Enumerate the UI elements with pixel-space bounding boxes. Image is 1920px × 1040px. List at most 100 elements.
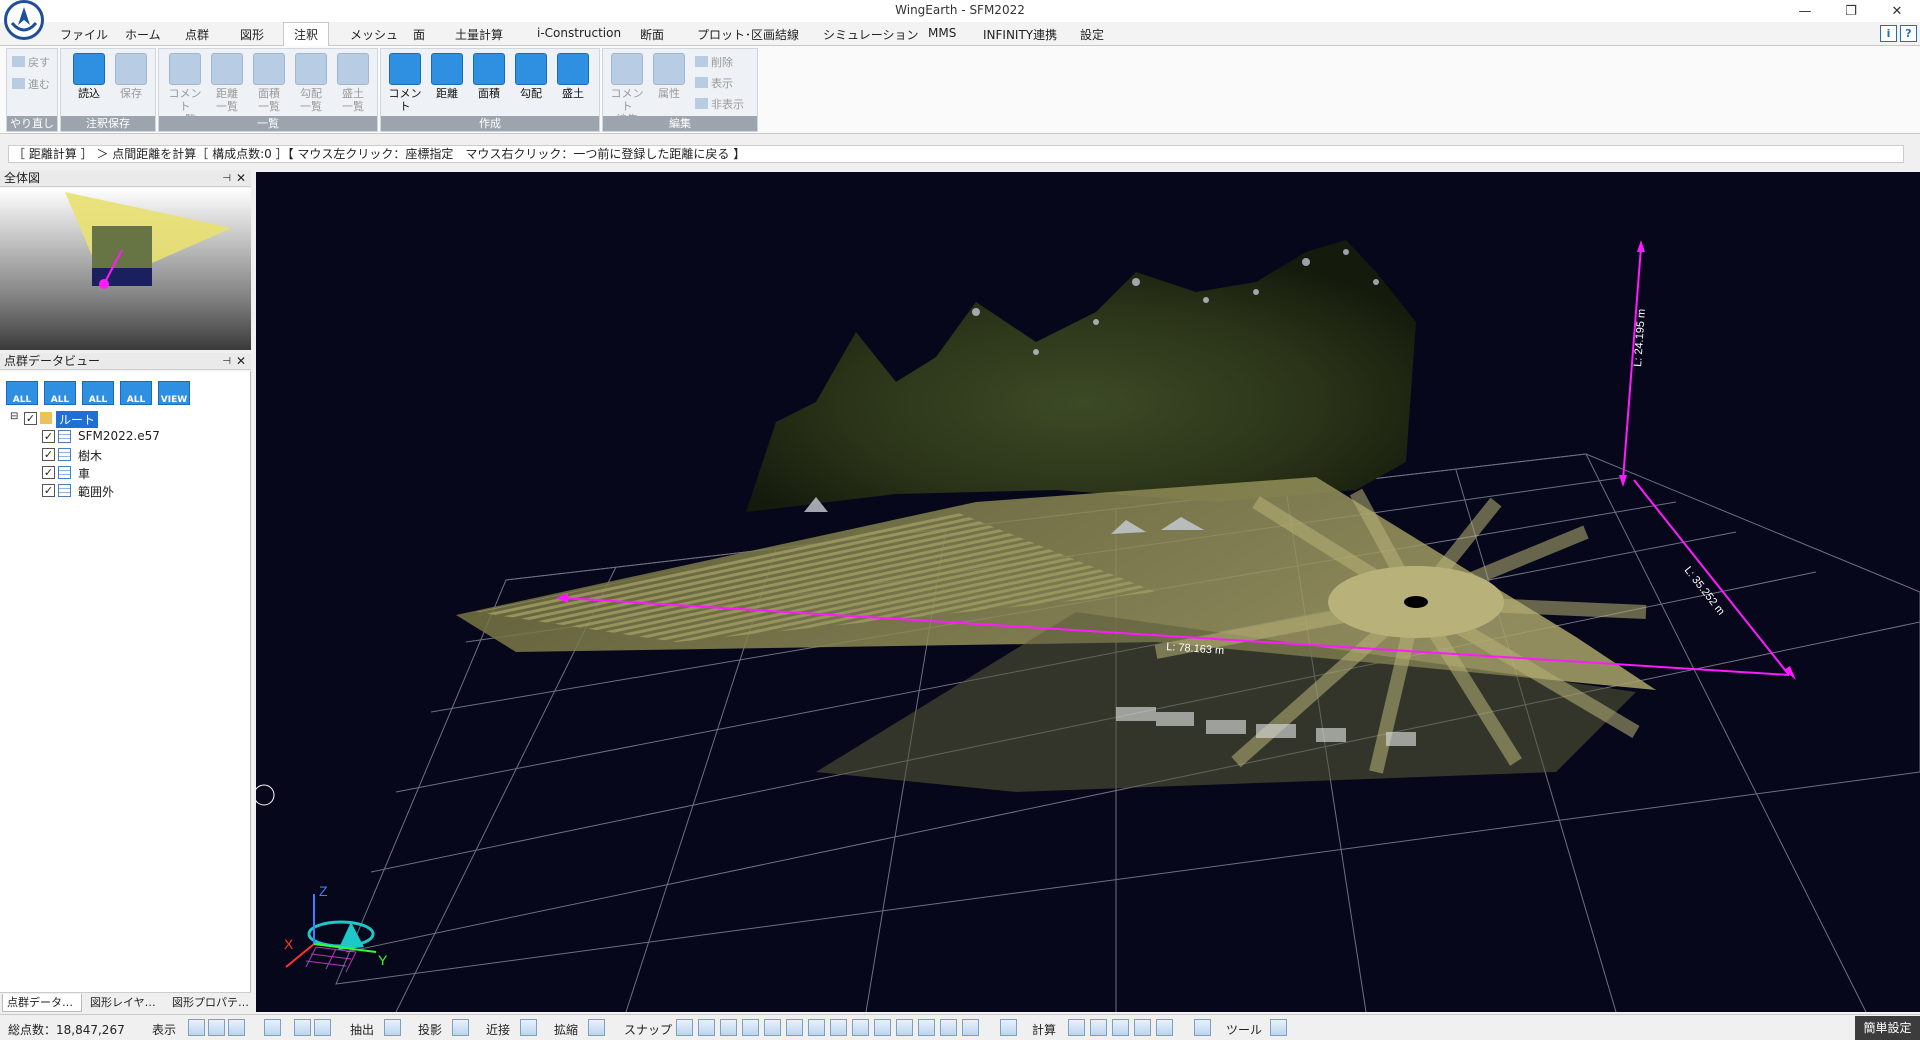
snap-tool-icon[interactable] [896, 1019, 913, 1036]
tree-row-sfm2022[interactable]: ✓ SFM2022.e57 [42, 429, 192, 446]
move-all-button[interactable]: ALL [44, 381, 76, 405]
snap-tool-icon[interactable] [874, 1019, 891, 1036]
close-button[interactable]: ✕ [1874, 0, 1920, 22]
snap-tool-icon[interactable] [830, 1019, 847, 1036]
create-comment-button[interactable]: コメント [385, 53, 425, 115]
menu-annotation[interactable]: 注釈 [294, 26, 318, 43]
menu-i-construction[interactable]: i-Construction [537, 26, 621, 40]
measure-line-35 [1633, 479, 1790, 676]
menu-surface[interactable]: 面 [413, 26, 425, 43]
minimize-button[interactable]: — [1782, 0, 1828, 22]
delete-button[interactable]: 削除 [695, 54, 733, 70]
snap-tool-icon[interactable] [1000, 1019, 1017, 1036]
distance-list-button[interactable]: 距離 一覧 [207, 53, 247, 115]
sfm2022-checkbox[interactable]: ✓ [42, 430, 55, 443]
calc-tool-icon[interactable] [1090, 1019, 1107, 1036]
tree-row-trees[interactable]: ✓ 樹木 [42, 447, 192, 464]
tab-figure-layer[interactable]: 図形レイヤ… [86, 994, 166, 1012]
menu-pointcloud[interactable]: 点群 [185, 26, 209, 43]
menu-file[interactable]: ファイル [60, 26, 108, 43]
3d-viewport[interactable]: L: 24.195 m L: 35.252 m L: 78.163 m X Y … [256, 172, 1920, 1012]
close-panel-icon[interactable]: ✕ [236, 170, 246, 186]
snap-tool-icon[interactable] [962, 1019, 979, 1036]
tree-row-outside[interactable]: ✓ 範囲外 [42, 483, 192, 500]
restore-button[interactable]: ❐ [1828, 0, 1874, 22]
menu-simulation[interactable]: シミュレーション [823, 26, 919, 43]
pin-icon[interactable]: ⊣ [222, 354, 231, 370]
overview-minimap[interactable] [0, 188, 251, 350]
hide-button[interactable]: 非表示 [695, 96, 744, 112]
calc-tool-icon[interactable] [1194, 1019, 1211, 1036]
snap-tool-icon[interactable] [940, 1019, 957, 1036]
attribute-button[interactable]: 属性 [649, 53, 689, 115]
slope-list-button[interactable]: 勾配 一覧 [291, 53, 331, 115]
cars-checkbox[interactable]: ✓ [42, 466, 55, 479]
menu-plot[interactable]: プロット･区画結線 [697, 26, 799, 43]
root-checkbox[interactable]: ✓ [24, 412, 37, 425]
check-all-button[interactable]: ALL [82, 381, 114, 405]
undo-button[interactable]: 戻す [12, 54, 50, 70]
zoom-tool-icon[interactable] [588, 1019, 605, 1036]
display-tool-icon[interactable] [228, 1019, 245, 1036]
menu-infinity[interactable]: INFINITY連携 [983, 26, 1057, 43]
calc-tool-icon[interactable] [1112, 1019, 1129, 1036]
comment-list-button[interactable]: コメント一覧 [165, 53, 205, 126]
layer-grid-icon [58, 448, 71, 461]
easy-settings-button[interactable]: 簡単設定 [1855, 1016, 1920, 1040]
outside-checkbox[interactable]: ✓ [42, 484, 55, 497]
tab-pointcloud-data[interactable]: 点群データ… [2, 994, 82, 1012]
extract-tool-icon[interactable] [384, 1019, 401, 1036]
load-annotation-button[interactable]: 読込 [69, 53, 109, 115]
import-all-button[interactable]: ALL [6, 381, 38, 405]
calc-tool-icon[interactable] [1156, 1019, 1173, 1036]
pin-icon[interactable]: ⊣ [222, 171, 231, 187]
list-all-button[interactable]: ALL [120, 381, 152, 405]
help-icon[interactable]: ? [1900, 25, 1917, 42]
proximity-tool-icon[interactable] [520, 1019, 537, 1036]
display-tool-icon[interactable] [314, 1019, 331, 1036]
collapse-icon[interactable]: ⊟ [10, 411, 18, 422]
comment-edit-button[interactable]: コメント編集 [607, 53, 647, 126]
display-tool-icon[interactable] [294, 1019, 311, 1036]
trees-checkbox[interactable]: ✓ [42, 448, 55, 461]
display-tool-icon[interactable] [208, 1019, 225, 1036]
snap-tool-icon[interactable] [698, 1019, 715, 1036]
menu-home[interactable]: ホーム [125, 26, 161, 43]
calc-tool-icon[interactable] [1068, 1019, 1085, 1036]
create-fill-button[interactable]: 盛土 [553, 53, 593, 115]
menu-earthwork[interactable]: 土量計算 [455, 26, 503, 43]
area-list-button[interactable]: 面積 一覧 [249, 53, 289, 115]
save-annotation-button[interactable]: 保存 [111, 53, 151, 115]
app-logo-icon[interactable] [4, 0, 44, 40]
snap-tool-icon[interactable] [808, 1019, 825, 1036]
project-tool-icon[interactable] [452, 1019, 469, 1036]
menu-mesh[interactable]: メッシュ [350, 26, 398, 43]
create-slope-button[interactable]: 勾配 [511, 53, 551, 115]
snap-tool-icon[interactable] [720, 1019, 737, 1036]
display-tool-icon[interactable] [188, 1019, 205, 1036]
create-distance-button[interactable]: 距離 [427, 53, 467, 115]
calc-tool-icon[interactable] [1134, 1019, 1151, 1036]
tree-row-cars[interactable]: ✓ 車 [42, 465, 192, 482]
snap-tool-icon[interactable] [852, 1019, 869, 1036]
info-icon[interactable]: i [1880, 25, 1897, 42]
menu-section[interactable]: 断面 [640, 26, 664, 43]
tab-figure-properties[interactable]: 図形プロパテ… [168, 994, 250, 1012]
menu-mms[interactable]: MMS [928, 26, 956, 40]
snap-tool-icon[interactable] [742, 1019, 759, 1036]
snap-tool-icon[interactable] [786, 1019, 803, 1036]
snap-tool-icon[interactable] [764, 1019, 781, 1036]
view-button[interactable]: VIEW [158, 381, 190, 405]
tree-row-root[interactable]: ⊟ ✓ ルート [10, 411, 130, 428]
menu-figure[interactable]: 図形 [240, 26, 264, 43]
close-panel-icon[interactable]: ✕ [236, 353, 246, 369]
create-area-button[interactable]: 面積 [469, 53, 509, 115]
snap-tool-icon[interactable] [676, 1019, 693, 1036]
redo-button[interactable]: 進む [12, 76, 50, 92]
fill-list-button[interactable]: 盛土 一覧 [333, 53, 373, 115]
show-button[interactable]: 表示 [695, 75, 733, 91]
tool-icon[interactable] [1270, 1019, 1287, 1036]
menu-settings[interactable]: 設定 [1080, 26, 1104, 43]
snap-tool-icon[interactable] [918, 1019, 935, 1036]
display-tool-icon[interactable] [264, 1019, 281, 1036]
